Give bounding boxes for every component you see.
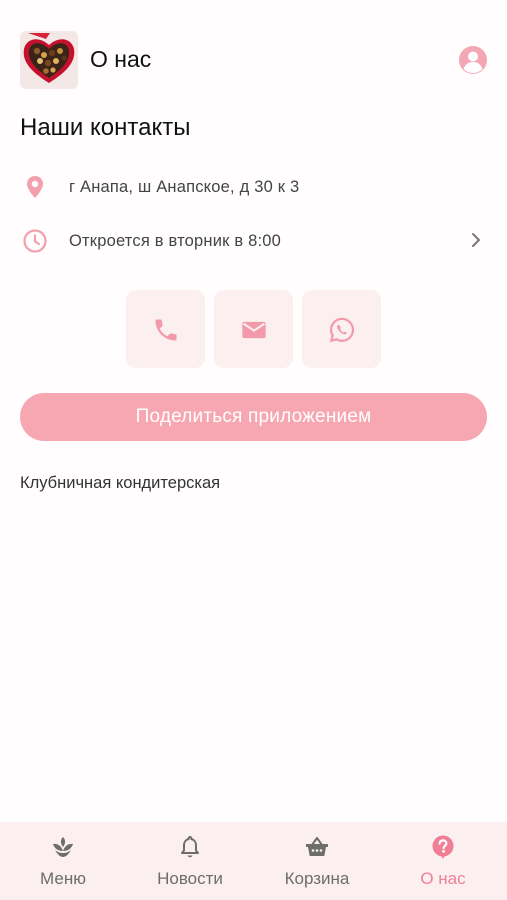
clock-icon (22, 228, 48, 254)
tab-menu[interactable]: Меню (0, 822, 126, 900)
shop-description: Клубничная кондитерская (20, 474, 221, 492)
chocolate-heart-box-logo (20, 31, 78, 89)
contacts-title: Наши контакты (20, 114, 191, 141)
basket-icon (304, 834, 330, 860)
tab-news[interactable]: Новости (127, 822, 253, 900)
contact-actions (125, 290, 385, 368)
tab-cart[interactable]: Корзина (254, 822, 380, 900)
tab-label: О нас (420, 869, 466, 888)
call-button[interactable] (126, 290, 205, 368)
share-app-button[interactable]: Поделиться приложением (20, 393, 487, 441)
chevron-right-icon (468, 230, 484, 250)
bell-icon (177, 834, 203, 860)
whatsapp-button[interactable] (302, 290, 381, 368)
whatsapp-icon (329, 317, 355, 343)
tab-label: Новости (157, 869, 223, 888)
map-pin-icon (22, 174, 48, 200)
hours-row[interactable]: Откроется в вторник в 8:00 (0, 220, 507, 264)
email-button[interactable] (214, 290, 293, 368)
address-text: г Анапа, ш Анапское, д 30 к 3 (69, 178, 300, 196)
shop-logo (20, 31, 78, 89)
hours-text: Откроется в вторник в 8:00 (69, 232, 282, 250)
profile-button[interactable] (457, 44, 489, 76)
tab-label: Меню (40, 869, 86, 888)
tab-label: Корзина (284, 869, 350, 888)
mail-icon (242, 321, 266, 339)
address-row[interactable]: г Анапа, ш Анапское, д 30 к 3 (0, 166, 507, 210)
page-title: О нас (90, 46, 152, 72)
user-circle-icon (459, 46, 487, 74)
app-header: О нас (0, 0, 507, 100)
phone-icon (155, 319, 177, 341)
flower-icon (50, 834, 76, 860)
tab-about[interactable]: О нас (380, 822, 506, 900)
bottom-tab-bar: Меню Новости Корзина О нас (0, 822, 507, 900)
question-circle-icon (430, 834, 456, 860)
